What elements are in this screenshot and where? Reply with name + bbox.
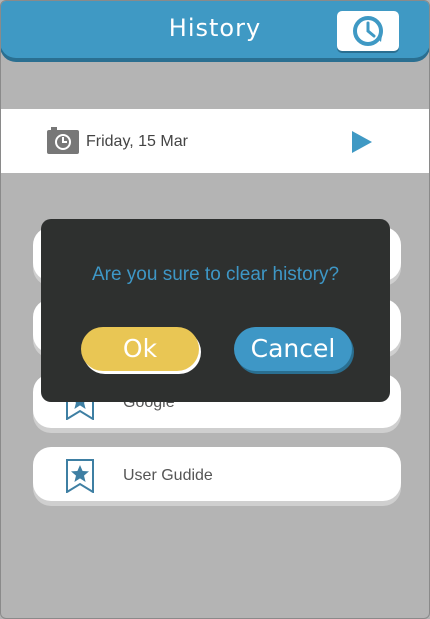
date-label: Friday, 15 Mar [86,133,188,150]
ok-button[interactable]: Ok [81,327,199,371]
clear-history-dialog: Are you sure to clear history? Ok Cancel [41,219,390,402]
list-item[interactable]: User Gudide [33,447,401,501]
app-frame: History Friday, 15 Mar Google User Gudid… [0,0,430,619]
bookmark-star-icon [66,459,94,493]
calendar-clock-icon[interactable] [46,127,80,155]
history-button[interactable] [337,11,399,51]
dialog-message: Are you sure to clear history? [91,264,340,285]
date-bar: Friday, 15 Mar [1,109,429,173]
play-arrow-icon[interactable] [351,130,373,154]
list-item-label: User Gudide [123,467,213,484]
cancel-button[interactable]: Cancel [234,327,352,371]
app-header: History [1,1,429,58]
clock-icon [353,16,383,46]
